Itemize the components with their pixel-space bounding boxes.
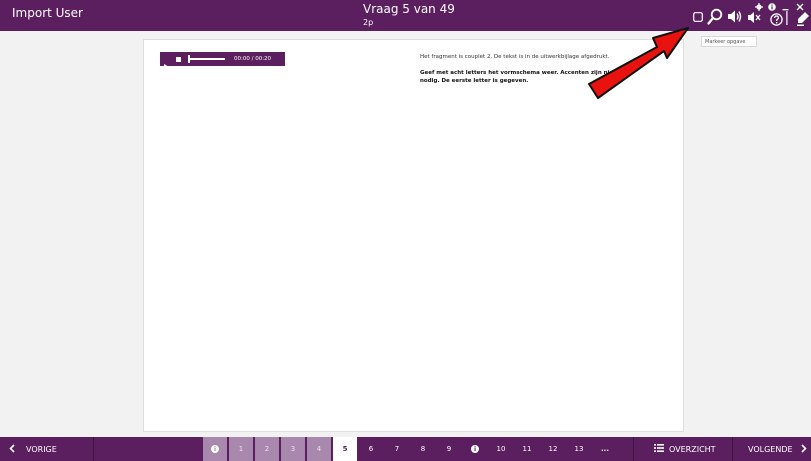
page-button[interactable]: 1	[229, 437, 253, 461]
minimize-icon[interactable]	[781, 2, 789, 11]
gear-icon[interactable]	[754, 2, 763, 11]
footer-divider	[633, 437, 634, 461]
question-panel: 00:00 / 00:20 Het fragment is couplet 2.…	[143, 39, 684, 432]
page-button[interactable]: 9	[437, 437, 461, 461]
page-button[interactable]: 4	[307, 437, 331, 461]
page-button[interactable]: 8	[411, 437, 435, 461]
question-text-line-1: Geef met acht letters het vormschema wee…	[420, 70, 616, 76]
stop-icon[interactable]	[176, 56, 181, 62]
previous-button[interactable]: VORIGE	[9, 437, 57, 461]
user-name: Import User	[12, 6, 83, 20]
info-icon: i	[211, 445, 219, 453]
page-more-button[interactable]: ...	[593, 437, 617, 461]
next-label: VOLGENDE	[748, 444, 793, 454]
highlighter-icon[interactable]	[796, 11, 810, 27]
overview-label: OVERZICHT	[669, 444, 716, 454]
mute-speaker-icon[interactable]	[747, 11, 761, 24]
page-button[interactable]: 6	[359, 437, 383, 461]
previous-label: VORIGE	[26, 444, 57, 454]
page-button[interactable]: 10	[489, 437, 513, 461]
footer-divider	[732, 437, 733, 461]
play-icon[interactable]	[164, 56, 170, 71]
speaker-icon[interactable]	[727, 9, 743, 24]
audio-time: 00:00 / 00:20	[234, 56, 272, 62]
info-icon: i	[471, 445, 479, 453]
info-icon[interactable]	[767, 2, 776, 11]
page-button[interactable]: 2	[255, 437, 279, 461]
audio-progress-track[interactable]	[188, 55, 225, 63]
question-text: Geef met acht letters het vormschema wee…	[420, 69, 670, 85]
audio-player[interactable]: 00:00 / 00:20	[160, 52, 285, 71]
toolbar-separator	[786, 11, 788, 25]
mark-question-tooltip: Markeer opgave	[701, 36, 757, 47]
question-instruction: Het fragment is couplet 2. De tekst is i…	[420, 54, 610, 60]
footer-divider	[93, 437, 94, 461]
chevron-right-icon	[800, 443, 807, 455]
overview-button[interactable]: OVERZICHT	[654, 437, 716, 461]
search-icon[interactable]	[707, 8, 723, 25]
page-info[interactable]: i	[463, 437, 487, 461]
top-bar: Import User Vraag 5 van 49 2p	[0, 0, 811, 31]
page-button[interactable]: 12	[541, 437, 565, 461]
list-icon	[654, 444, 664, 454]
page-button[interactable]: 3	[281, 437, 305, 461]
page-button[interactable]: 11	[515, 437, 539, 461]
question-pager: i 1 2 3 4 5 6 7 8 9 i 10 11 12 13 ...	[203, 437, 619, 461]
question-title: Vraag 5 van 49	[363, 2, 455, 16]
page-info-intro[interactable]: i	[203, 437, 227, 461]
help-icon[interactable]	[769, 12, 783, 26]
question-points: 2p	[363, 18, 374, 27]
mark-question-checkbox-icon[interactable]	[692, 11, 703, 22]
close-icon[interactable]	[795, 2, 804, 11]
page-button[interactable]: 13	[567, 437, 591, 461]
page-button-current[interactable]: 5	[333, 437, 357, 461]
page-button[interactable]: 7	[385, 437, 409, 461]
audio-progress-knob[interactable]	[188, 55, 190, 63]
question-text-line-2: nodig. De eerste letter is gegeven.	[420, 78, 529, 84]
next-button[interactable]: VOLGENDE	[748, 437, 807, 461]
chevron-left-icon	[9, 443, 15, 455]
bottom-navigation-bar: VORIGE i 1 2 3 4 5 6 7 8 9 i 10 11 12 13…	[0, 437, 811, 461]
